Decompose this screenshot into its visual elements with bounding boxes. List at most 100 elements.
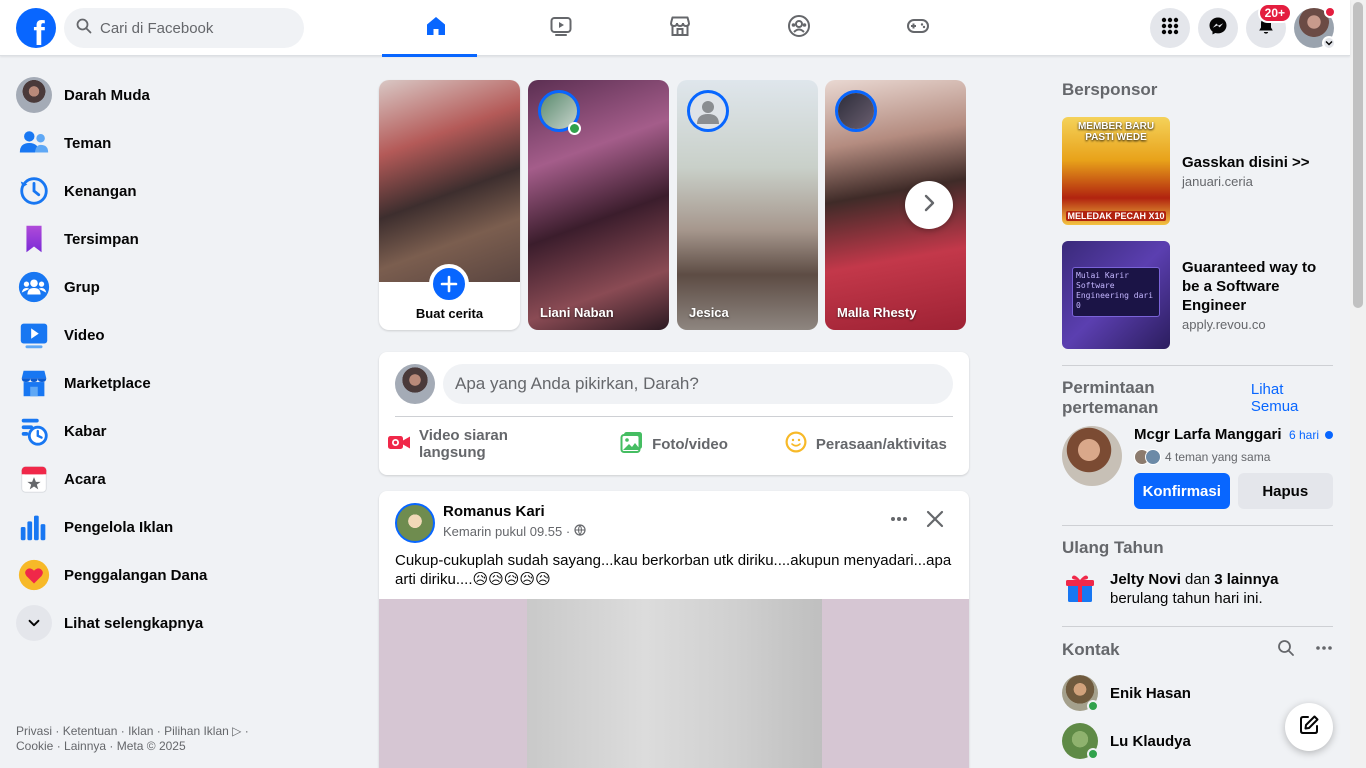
sponsored-ad[interactable]: MEMBER BARU PASTI WEDE MELEDAK PECAH X10… xyxy=(1062,117,1333,225)
footer-link-more[interactable]: Lainnya xyxy=(64,739,106,753)
groups-icon xyxy=(16,269,52,305)
story-author: Liani Naban xyxy=(540,305,614,320)
sidebar-item-friends[interactable]: Teman xyxy=(8,119,348,167)
sidebar-item-marketplace[interactable]: Marketplace xyxy=(8,359,348,407)
post-timestamp[interactable]: Kemarin pukul 09.55 · xyxy=(443,524,570,539)
online-indicator xyxy=(1087,700,1099,712)
footer-link-ads[interactable]: Iklan xyxy=(128,724,153,738)
birthday-text: Jelty Novi dan 3 lainnya berulang tahun … xyxy=(1110,570,1333,608)
ad-choices-icon: ▷ xyxy=(232,724,242,738)
footer-link-ad-choices[interactable]: Pilihan Iklan xyxy=(164,724,229,738)
post-author-avatar[interactable] xyxy=(395,503,435,543)
ad-title: Gasskan disini >> xyxy=(1182,154,1310,171)
smiley-icon xyxy=(784,430,816,458)
tab-groups[interactable] xyxy=(739,0,858,56)
ad-image: Mulai Karir Software Engineering dari 0 xyxy=(1062,241,1170,349)
avatar xyxy=(1062,723,1099,760)
sidebar-item-label: Penggalangan Dana xyxy=(64,566,208,584)
saved-icon xyxy=(16,221,52,257)
close-icon xyxy=(925,509,945,533)
page-scrollbar[interactable] xyxy=(1350,0,1366,768)
sidebar-item-profile[interactable]: Darah Muda xyxy=(8,71,348,119)
see-all-requests-link[interactable]: Lihat Semua xyxy=(1251,381,1333,415)
scrollbar-thumb[interactable] xyxy=(1353,2,1363,308)
photo-video-button[interactable]: Foto/video xyxy=(578,424,769,464)
video-tab-icon xyxy=(549,14,573,42)
messenger-button[interactable] xyxy=(1198,8,1238,48)
footer-line-1: Privasi · Ketentuan · Iklan · Pilihan Ik… xyxy=(16,724,249,738)
friend-request-row: Mcgr Larfa Manggari 6 hari xyxy=(1134,426,1333,443)
footer-link-privacy[interactable]: Privasi xyxy=(16,724,52,738)
more-horizontal-icon[interactable] xyxy=(1315,639,1333,661)
avatar[interactable] xyxy=(395,364,435,404)
story-card[interactable]: Jesica xyxy=(677,80,818,330)
birthday-notice[interactable]: Jelty Novi dan 3 lainnya berulang tahun … xyxy=(1062,570,1333,610)
post-image[interactable] xyxy=(379,599,969,768)
home-icon xyxy=(424,14,448,42)
new-message-button[interactable] xyxy=(1285,703,1333,751)
facebook-logo[interactable]: f xyxy=(16,8,56,48)
notifications-button[interactable]: 20+ xyxy=(1246,3,1292,48)
sponsored-ad[interactable]: Mulai Karir Software Engineering dari 0 … xyxy=(1062,241,1333,349)
sidebar-item-events[interactable]: Acara xyxy=(8,455,348,503)
search-box[interactable] xyxy=(64,8,304,48)
avatar[interactable] xyxy=(1062,426,1122,486)
composer-actions: Video siaran langsung Foto/video Perasaa… xyxy=(387,424,961,464)
feeling-activity-button[interactable]: Perasaan/aktivitas xyxy=(770,424,961,464)
profile-avatar xyxy=(16,77,52,113)
contacts-actions xyxy=(1277,639,1333,661)
birthday-suffix: berulang tahun hari ini. xyxy=(1110,590,1263,607)
post-options-button[interactable] xyxy=(881,505,917,537)
memories-icon xyxy=(16,173,52,209)
friend-request: Mcgr Larfa Manggari 6 hari 4 teman yang … xyxy=(1062,426,1333,509)
tab-gaming[interactable] xyxy=(858,0,977,56)
online-indicator xyxy=(568,122,581,135)
sidebar-item-groups[interactable]: Grup xyxy=(8,263,348,311)
live-video-icon xyxy=(387,430,419,458)
sidebar-item-ads-manager[interactable]: Pengelola Iklan xyxy=(8,503,348,551)
create-story-card[interactable]: Buat cerita xyxy=(379,80,520,330)
request-time: 6 hari xyxy=(1289,428,1333,442)
contact-name: Enik Hasan xyxy=(1110,684,1191,702)
groups-tab-icon xyxy=(787,14,811,42)
sidebar-item-saved[interactable]: Tersimpan xyxy=(8,215,348,263)
post-author-name[interactable]: Romanus Kari xyxy=(443,503,545,520)
menu-button[interactable] xyxy=(1150,8,1190,48)
account-avatar-button[interactable] xyxy=(1294,6,1336,50)
search-input[interactable] xyxy=(100,19,290,37)
story-card[interactable]: Liani Naban xyxy=(528,80,669,330)
confirm-button[interactable]: Konfirmasi xyxy=(1134,473,1230,509)
sidebar-item-feeds[interactable]: Kabar xyxy=(8,407,348,455)
story-avatar xyxy=(835,90,877,132)
chevron-right-icon xyxy=(919,193,939,217)
ad-text: Guaranteed way to be a Software Engineer… xyxy=(1182,258,1333,332)
plus-icon xyxy=(429,264,469,304)
facebook-logo-letter: f xyxy=(33,15,45,48)
search-icon[interactable] xyxy=(1277,639,1295,661)
divider xyxy=(1062,626,1333,627)
stories-next-button[interactable] xyxy=(905,181,953,229)
sidebar-item-see-more[interactable]: Lihat selengkapnya xyxy=(8,599,348,647)
live-video-button[interactable]: Video siaran langsung xyxy=(387,424,578,464)
tab-home[interactable] xyxy=(382,0,489,57)
tab-video[interactable] xyxy=(501,0,620,56)
feeds-icon xyxy=(16,413,52,449)
ad-image-code-text: Mulai Karir Software Engineering dari 0 xyxy=(1072,267,1160,317)
tab-marketplace[interactable] xyxy=(620,0,739,56)
footer-link-cookies[interactable]: Cookie xyxy=(16,739,53,753)
hide-post-button[interactable] xyxy=(917,505,953,537)
footer-link-terms[interactable]: Ketentuan xyxy=(63,724,118,738)
sidebar-item-memories[interactable]: Kenangan xyxy=(8,167,348,215)
sidebar-item-label: Grup xyxy=(64,278,100,296)
composer-input[interactable]: Apa yang Anda pikirkan, Darah? xyxy=(443,364,953,404)
sidebar-item-fundraiser[interactable]: Penggalangan Dana xyxy=(8,551,348,599)
sidebar-item-video[interactable]: Video xyxy=(8,311,348,359)
footer-line-2: Cookie · Lainnya · Meta © 2025 xyxy=(16,739,186,753)
feeling-activity-label: Perasaan/aktivitas xyxy=(815,435,947,453)
post-composer: Apa yang Anda pikirkan, Darah? Video sia… xyxy=(379,352,969,475)
sidebar-item-label: Pengelola Iklan xyxy=(64,518,174,536)
mutual-friends-count: 4 teman yang sama xyxy=(1165,450,1271,464)
delete-button[interactable]: Hapus xyxy=(1237,473,1333,509)
sponsored-title: Bersponsor xyxy=(1062,80,1158,99)
requester-name[interactable]: Mcgr Larfa Manggari xyxy=(1134,426,1282,443)
